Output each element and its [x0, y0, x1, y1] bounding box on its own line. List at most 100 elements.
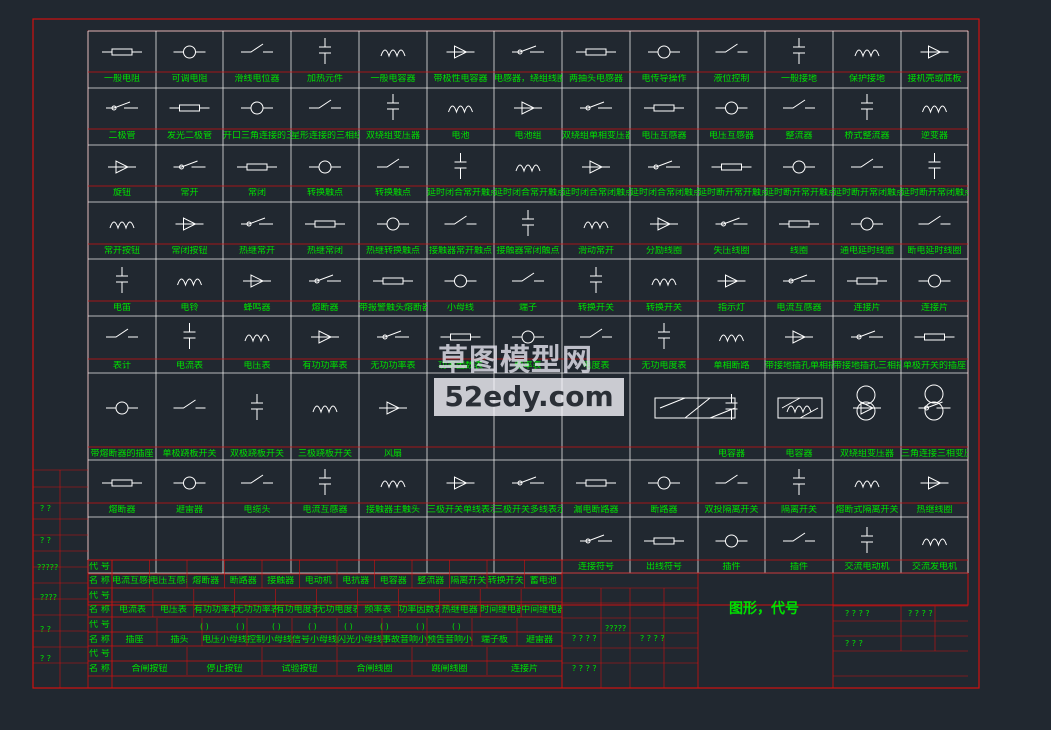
component-name: 合闸线圈 — [356, 664, 393, 674]
component-name: 蓄电池 — [529, 576, 557, 586]
symbol-label: 滑线电位器 — [234, 74, 280, 84]
component-name: 端子板 — [480, 635, 508, 645]
component-name: 电压互感器 — [149, 576, 188, 586]
code-bracket: ( ) — [236, 622, 245, 631]
symbol-label: 交流电动机 — [844, 562, 890, 572]
symbol-label: 出线符号 — [645, 562, 682, 572]
symbol-label: 加热元件 — [306, 74, 343, 84]
component-name: 电容器 — [379, 576, 407, 586]
symbol-label: 二极管 — [108, 131, 136, 141]
symbol-label: 双极跷板开关 — [229, 449, 284, 459]
symbol-label: 电池 — [451, 131, 470, 141]
symbol-label: 插件 — [722, 562, 741, 572]
symbol-label: 星形连接的三相绕组 — [291, 131, 359, 141]
name-row-label: 名 称 — [89, 664, 110, 674]
code-bracket: ( ) — [380, 622, 389, 631]
symbol-label: 漏电断路器 — [573, 505, 619, 515]
symbol-label: 接触器主触头 — [365, 505, 420, 515]
symbol-label: 电池组 — [514, 131, 542, 141]
symbol-label: 整流器 — [785, 131, 813, 141]
symbol-label: 热继线圈 — [916, 505, 953, 515]
symbol-label: 三极开关单线表示 — [427, 505, 494, 515]
symbol-label: 无功功率表 — [370, 361, 416, 371]
symbol-label: 熔断式隔离开关 — [835, 505, 899, 515]
title-block-cell: ? ? ? ? — [640, 634, 665, 643]
title-block-cell: ? ? ? — [845, 639, 863, 648]
component-name: 电压小母线 — [202, 635, 247, 645]
code-bracket: ( ) — [200, 622, 209, 631]
symbol-label: 蜂鸣器 — [243, 303, 271, 313]
symbol-label: 电缆头 — [243, 505, 271, 515]
component-name: 电流互感器 — [112, 576, 150, 586]
symbol-label: 插件 — [789, 562, 808, 572]
component-name: 试验按钮 — [281, 664, 318, 674]
symbol-label: 延时断开常闭触点 — [833, 188, 901, 198]
symbol-label: 带熔断器的插座 — [90, 449, 154, 459]
symbol-label: 两抽头电感器 — [568, 74, 623, 84]
component-name: 预告音响小母线 — [427, 635, 472, 645]
cad-drawing-canvas: 一般电阻 可调电阻 滑线电位器 加热元件 一般电容器 带极性电容器 电感器，绕组线圈 两抽头电… — [0, 0, 1051, 730]
title-block-cell: ? ? ? ? — [908, 609, 933, 618]
component-name: 插座 — [125, 635, 144, 645]
symbol-label: 可调电阻 — [171, 74, 208, 84]
symbol-label: 发光二极管 — [166, 131, 212, 141]
symbol-label: 延时断开常开触点 — [698, 188, 765, 198]
symbol-label: 三极跷板开关 — [297, 449, 352, 459]
symbol-label: 开口三角连接的三相绕组 — [223, 131, 291, 141]
code-row-label: 代 号 — [89, 562, 110, 572]
code-row-label: 代 号 — [89, 591, 110, 601]
symbol-label: 常闭 — [247, 188, 266, 198]
symbol-label: 常开按钮 — [103, 246, 140, 256]
code-bracket: ( ) — [344, 622, 353, 631]
component-name: 频率表 — [364, 605, 392, 615]
symbol-label: 带接地插孔单相插座 — [765, 361, 833, 371]
symbol-label: 桥式整流器 — [844, 131, 890, 141]
symbol-label: 电流互感器 — [776, 303, 822, 313]
name-row-label: 名 称 — [89, 576, 110, 586]
symbol-label: 转换触点 — [306, 188, 343, 198]
symbol-label: 隔离开关 — [780, 505, 817, 515]
symbol-label: 通电延时线圈 — [839, 246, 894, 256]
left-margin-cell: ? ? — [40, 654, 52, 663]
title-block-cell: ? ? ? ? — [845, 609, 870, 618]
code-row-label: 代 号 — [89, 620, 110, 630]
symbol-label: 逆变器 — [920, 131, 948, 141]
component-name: 连接片 — [510, 664, 538, 674]
symbol-label: 电笛 — [112, 303, 131, 313]
symbol-label: 风扇 — [383, 449, 402, 459]
symbol-label: 指示灯 — [717, 303, 745, 313]
symbol-label: 热继常闭 — [306, 246, 343, 256]
component-name: 接触器 — [267, 576, 295, 586]
component-name: 电流表 — [118, 605, 146, 615]
symbol-label: 延时闭合常闭触点 — [562, 188, 630, 198]
left-margin-cell: ???? — [40, 593, 57, 602]
symbol-label: 连接片 — [853, 303, 881, 313]
symbol-label: 熔断器 — [311, 303, 339, 313]
symbol-label: 常开 — [180, 188, 199, 198]
symbol-label: 交流发电机 — [911, 562, 957, 572]
left-margin-cell: ? ? — [40, 504, 52, 513]
symbol-label: 热继转换触点 — [365, 246, 420, 256]
symbol-label: 带极性电容器 — [433, 74, 488, 84]
symbol-label: 电流表 — [175, 361, 203, 371]
component-name: 无功功率表 — [234, 605, 276, 615]
symbol-label: 电流互感器 — [302, 505, 348, 515]
component-name: 转换开关 — [487, 576, 524, 586]
component-name: 熔断器 — [192, 576, 220, 586]
title-block-cell: ? ? ? ? — [572, 634, 597, 643]
symbol-label: 电压表 — [243, 361, 271, 371]
symbol-label: 避雷器 — [175, 505, 203, 515]
symbol-label: 接机壳或底板 — [907, 74, 962, 84]
component-name: 无功电度表 — [316, 605, 358, 615]
symbol-label: 电铃 — [180, 303, 199, 313]
component-name: 电压表 — [159, 605, 187, 615]
symbol-label: 单极开关的插座 — [902, 361, 966, 371]
symbol-label: 电压互感器 — [641, 131, 687, 141]
left-margin-cell: ? ? — [40, 625, 52, 634]
symbol-label: 小母线 — [446, 303, 474, 313]
component-name: 事故音响小母线 — [382, 635, 427, 645]
symbol-label: 三角连接三相变压器 — [901, 449, 968, 459]
symbol-label: 电压互感器 — [708, 131, 754, 141]
symbol-label: 常闭按钮 — [171, 246, 208, 256]
symbol-label: 一般电容器 — [370, 74, 416, 84]
